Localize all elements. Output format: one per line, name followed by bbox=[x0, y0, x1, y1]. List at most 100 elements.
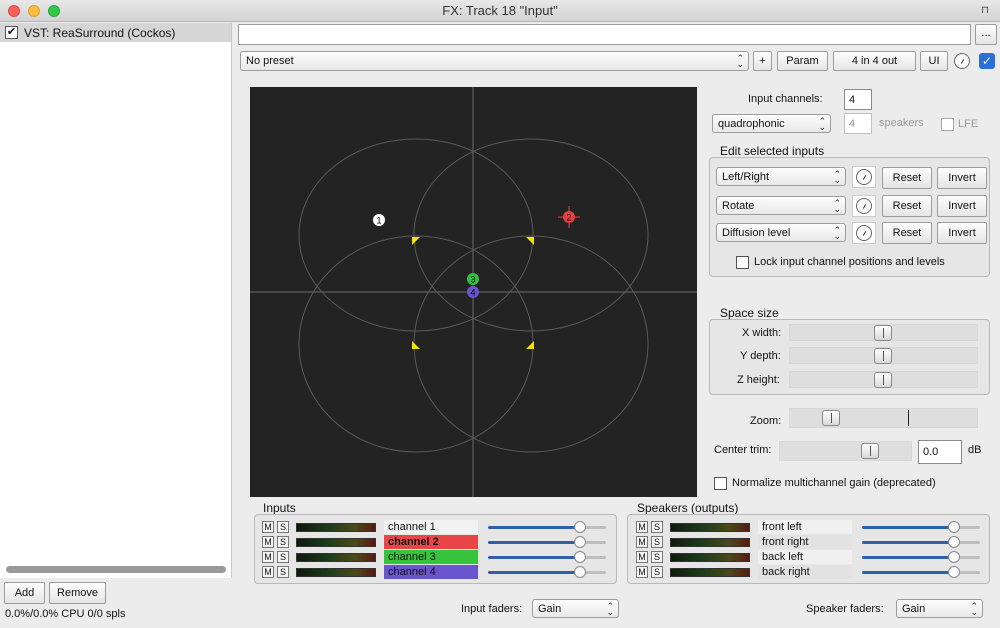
z-height-label: Z height: bbox=[737, 374, 780, 386]
fader-thumb[interactable] bbox=[574, 566, 587, 578]
surround-panner-canvas[interactable]: 1 2 4 3 bbox=[250, 87, 697, 497]
param-button[interactable]: Param bbox=[777, 51, 828, 71]
level-meter bbox=[296, 538, 376, 547]
speakers-count-field: 4 bbox=[844, 113, 872, 134]
channel-name[interactable]: channel 2 bbox=[384, 535, 478, 549]
edit-mode-select-1[interactable]: Left/Right ⌃ ⌄ bbox=[716, 167, 846, 186]
channel-fader[interactable] bbox=[862, 536, 980, 548]
invert-button-2[interactable]: Invert bbox=[937, 195, 987, 217]
cpu-status: 0.0%/0.0% CPU 0/0 spls bbox=[5, 608, 126, 620]
channel-name[interactable]: channel 4 bbox=[384, 565, 478, 579]
channel-name[interactable]: back right bbox=[758, 565, 852, 579]
channel-fader[interactable] bbox=[862, 566, 980, 578]
channel-fader[interactable] bbox=[488, 566, 606, 578]
title-bar: FX: Track 18 "Input" ⊓ bbox=[0, 0, 1000, 22]
reset-button-1[interactable]: Reset bbox=[882, 167, 932, 189]
fader-thumb[interactable] bbox=[948, 536, 961, 548]
center-trim-slider[interactable] bbox=[779, 441, 912, 461]
mute-button[interactable]: M bbox=[262, 521, 274, 533]
speaker-faders-select[interactable]: Gain ⌃ ⌄ bbox=[896, 599, 983, 618]
horizontal-scrollbar[interactable] bbox=[6, 566, 226, 573]
solo-button[interactable]: S bbox=[277, 551, 289, 563]
speakers-label: speakers bbox=[879, 117, 924, 129]
edit-mode-select-2[interactable]: Rotate ⌃ ⌄ bbox=[716, 196, 846, 215]
channel-name[interactable]: channel 1 bbox=[384, 520, 478, 534]
bypass-checkbox[interactable]: ✓ bbox=[979, 53, 995, 69]
edit-knob-2[interactable] bbox=[856, 198, 872, 214]
remove-fx-button[interactable]: Remove bbox=[49, 582, 106, 604]
ui-button[interactable]: UI bbox=[920, 51, 948, 71]
channel-fader[interactable] bbox=[488, 536, 606, 548]
add-preset-button[interactable]: + bbox=[753, 51, 772, 71]
fx-name-field[interactable] bbox=[238, 24, 971, 45]
mute-button[interactable]: M bbox=[636, 551, 648, 563]
input-point-4[interactable]: 4 bbox=[467, 286, 479, 298]
edit-knob-3[interactable] bbox=[856, 225, 872, 241]
fader-thumb[interactable] bbox=[574, 521, 587, 533]
fader-thumb[interactable] bbox=[574, 551, 587, 563]
solo-button[interactable]: S bbox=[277, 566, 289, 578]
channel-fader[interactable] bbox=[862, 521, 980, 533]
mute-button[interactable]: M bbox=[262, 566, 274, 578]
more-button[interactable]: ... bbox=[975, 24, 997, 45]
fx-item[interactable]: ✔ VST: ReaSurround (Cockos) bbox=[0, 23, 231, 42]
fader-thumb[interactable] bbox=[948, 566, 961, 578]
fader-thumb[interactable] bbox=[948, 551, 961, 563]
mute-button[interactable]: M bbox=[636, 521, 648, 533]
fader-thumb[interactable] bbox=[574, 536, 587, 548]
fader-fill bbox=[862, 571, 955, 574]
lfe-label: LFE bbox=[958, 118, 979, 130]
channel-fader[interactable] bbox=[488, 551, 606, 563]
add-fx-button[interactable]: Add bbox=[4, 582, 45, 604]
y-depth-thumb[interactable] bbox=[874, 348, 892, 364]
close-window-button[interactable] bbox=[8, 5, 20, 17]
preset-select[interactable]: No preset ⌃ ⌄ bbox=[240, 51, 749, 71]
solo-button[interactable]: S bbox=[651, 551, 663, 563]
reset-button-2[interactable]: Reset bbox=[882, 195, 932, 217]
channel-name[interactable]: back left bbox=[758, 550, 852, 564]
input-point-3[interactable]: 3 bbox=[467, 273, 479, 285]
minimize-window-button[interactable] bbox=[28, 5, 40, 17]
input-faders-value: Gain bbox=[538, 602, 562, 615]
invert-button-1[interactable]: Invert bbox=[937, 167, 987, 189]
mute-button[interactable]: M bbox=[636, 536, 648, 548]
input-channels-field[interactable]: 4 bbox=[844, 89, 872, 110]
input-point-1[interactable]: 1 bbox=[373, 214, 385, 226]
channel-name[interactable]: front left bbox=[758, 520, 852, 534]
io-routing-button[interactable]: 4 in 4 out bbox=[833, 51, 916, 71]
updown-chevron-icon: ⌃ ⌄ bbox=[833, 224, 841, 241]
input-point-2[interactable]: 2 bbox=[558, 206, 580, 228]
x-width-label: X width: bbox=[742, 327, 782, 339]
mute-button[interactable]: M bbox=[262, 551, 274, 563]
center-trim-field[interactable]: 0.0 bbox=[918, 440, 962, 464]
wet-knob[interactable] bbox=[954, 53, 970, 69]
channel-fader[interactable] bbox=[862, 551, 980, 563]
solo-button[interactable]: S bbox=[277, 521, 289, 533]
solo-button[interactable]: S bbox=[651, 521, 663, 533]
fader-thumb[interactable] bbox=[948, 521, 961, 533]
channel-name[interactable]: front right bbox=[758, 535, 852, 549]
x-width-thumb[interactable] bbox=[874, 325, 892, 341]
zoom-thumb[interactable] bbox=[822, 410, 840, 426]
center-trim-thumb[interactable] bbox=[861, 443, 879, 459]
mute-button[interactable]: M bbox=[262, 536, 274, 548]
zoom-slider[interactable] bbox=[789, 408, 978, 428]
reset-button-3[interactable]: Reset bbox=[882, 222, 932, 244]
mute-button[interactable]: M bbox=[636, 566, 648, 578]
invert-button-3[interactable]: Invert bbox=[937, 222, 987, 244]
fx-enabled-checkbox[interactable]: ✔ bbox=[5, 26, 18, 39]
solo-button[interactable]: S bbox=[277, 536, 289, 548]
input-faders-select[interactable]: Gain ⌃ ⌄ bbox=[532, 599, 619, 618]
edit-mode-select-3[interactable]: Diffusion level ⌃ ⌄ bbox=[716, 223, 846, 242]
solo-button[interactable]: S bbox=[651, 566, 663, 578]
channel-name[interactable]: channel 3 bbox=[384, 550, 478, 564]
normalize-checkbox[interactable] bbox=[714, 477, 727, 490]
maximize-window-button[interactable] bbox=[48, 5, 60, 17]
lock-positions-checkbox[interactable] bbox=[736, 256, 749, 269]
pin-icon[interactable]: ⊓ bbox=[978, 4, 992, 18]
speaker-layout-select[interactable]: quadrophonic ⌃ ⌄ bbox=[712, 114, 831, 133]
z-height-thumb[interactable] bbox=[874, 372, 892, 388]
solo-button[interactable]: S bbox=[651, 536, 663, 548]
edit-knob-1[interactable] bbox=[856, 169, 872, 185]
channel-fader[interactable] bbox=[488, 521, 606, 533]
